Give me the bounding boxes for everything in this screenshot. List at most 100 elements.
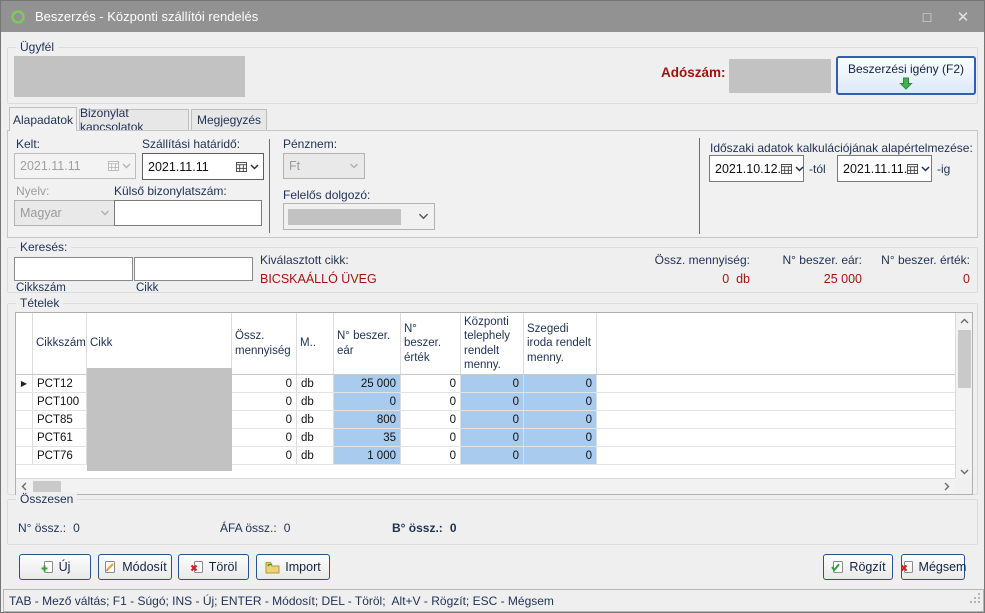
- chevron-down-icon[interactable]: [921, 166, 930, 172]
- page-x-icon: [900, 560, 914, 574]
- cell-ear[interactable]: 0: [334, 393, 401, 410]
- cell-szegedi[interactable]: 0: [524, 447, 597, 464]
- vertical-scrollbar[interactable]: [955, 313, 972, 480]
- tab-bizonylat-kapcsolatok[interactable]: Bizonylat kapcsolatok: [79, 109, 189, 130]
- cell-ossz[interactable]: 0: [232, 375, 297, 392]
- cell-me[interactable]: db: [297, 429, 334, 446]
- cell-ertek[interactable]: 0: [401, 447, 461, 464]
- delete-button[interactable]: Töröl: [178, 554, 249, 580]
- cell-ertek[interactable]: 0: [401, 375, 461, 392]
- szallitasi-hatarido-datepicker[interactable]: 2021.11.11: [142, 153, 264, 180]
- calendar-icon[interactable]: [236, 162, 247, 172]
- cell-ertek[interactable]: 0: [401, 429, 461, 446]
- gross-total-value: 0: [450, 521, 457, 535]
- resize-grip-icon[interactable]: [969, 591, 981, 609]
- tax-number-label: Adószám:: [661, 65, 726, 80]
- tab-megjegyzes[interactable]: Megjegyzés: [191, 109, 267, 130]
- net-value-summary: N° beszer. érték: 0: [824, 253, 970, 286]
- cell-ear[interactable]: 800: [334, 411, 401, 428]
- grid-header-cikk[interactable]: Cikk: [87, 313, 232, 374]
- window-title: Beszerzés - Központi szállítói rendelés: [35, 9, 258, 24]
- cell-szegedi[interactable]: 0: [524, 393, 597, 410]
- chevron-down-icon[interactable]: [250, 164, 259, 170]
- idoszaki-tol-datepicker[interactable]: 2021.10.12.: [709, 155, 804, 182]
- scroll-up-icon[interactable]: [956, 313, 972, 329]
- procurement-demand-button[interactable]: Beszerzési igény (F2): [836, 56, 976, 95]
- felelos-dolgozo-combobox[interactable]: [283, 203, 435, 230]
- new-button[interactable]: Új: [19, 554, 91, 580]
- cell-cikkszam[interactable]: PCT61: [33, 429, 87, 446]
- grid-header-szegedi[interactable]: Szegedi iroda rendelt menny.: [524, 313, 597, 374]
- grid-header-cikkszam[interactable]: Cikkszám: [33, 313, 87, 374]
- grid-header-beszer-ear[interactable]: N° beszer. eár: [334, 313, 401, 374]
- net-value-label: N° beszer. érték:: [824, 253, 970, 267]
- cancel-button[interactable]: Mégsem: [901, 554, 965, 580]
- cell-me[interactable]: db: [297, 393, 334, 410]
- status-bar: TAB - Mező váltás; F1 - Súgó; INS - Új; …: [3, 589, 984, 612]
- cell-szegedi[interactable]: 0: [524, 429, 597, 446]
- cell-me[interactable]: db: [297, 447, 334, 464]
- szallitasi-hatarido-label: Szállítási határidő:: [142, 137, 240, 151]
- kulso-bizonylatszam-input[interactable]: [114, 200, 262, 226]
- status-bar-text: TAB - Mező váltás; F1 - Súgó; INS - Új; …: [9, 594, 554, 608]
- calendar-icon[interactable]: [781, 164, 792, 174]
- cell-ossz[interactable]: 0: [232, 429, 297, 446]
- cell-ear[interactable]: 35: [334, 429, 401, 446]
- cell-cikkszam[interactable]: PCT100: [33, 393, 87, 410]
- search-cikk-input[interactable]: [134, 257, 253, 281]
- cancel-button-label: Mégsem: [919, 560, 967, 574]
- cell-ear[interactable]: 25 000: [334, 375, 401, 392]
- cell-kozponti[interactable]: 0: [461, 447, 524, 464]
- cell-me[interactable]: db: [297, 375, 334, 392]
- cell-kozponti[interactable]: 0: [461, 393, 524, 410]
- search-cikkszam-input[interactable]: [14, 257, 133, 281]
- cell-cikkszam[interactable]: PCT76: [33, 447, 87, 464]
- kulso-bizonylatszam-label: Külső bizonylatszám:: [114, 184, 227, 198]
- idoszaki-ig-datepicker[interactable]: 2021.11.11.: [837, 155, 932, 182]
- grid-header-ossz-mennyiseg[interactable]: Össz. mennyiség: [232, 313, 297, 374]
- import-button[interactable]: Import: [256, 554, 330, 580]
- vertical-scrollbar-thumb[interactable]: [958, 330, 971, 388]
- cell-kozponti[interactable]: 0: [461, 429, 524, 446]
- cell-ossz[interactable]: 0: [232, 411, 297, 428]
- maximize-icon[interactable]: □: [910, 1, 944, 32]
- cell-ear[interactable]: 1 000: [334, 447, 401, 464]
- cell-ossz[interactable]: 0: [232, 447, 297, 464]
- folder-icon: [265, 561, 280, 574]
- cell-me[interactable]: db: [297, 411, 334, 428]
- chevron-down-icon[interactable]: [418, 213, 429, 220]
- net-value-value: 0: [824, 272, 970, 286]
- scroll-right-icon[interactable]: [939, 479, 955, 494]
- save-button[interactable]: Rögzít: [823, 554, 893, 580]
- tab-alapadatok[interactable]: Alapadatok: [9, 107, 77, 131]
- cell-szegedi[interactable]: 0: [524, 411, 597, 428]
- cell-kozponti[interactable]: 0: [461, 375, 524, 392]
- page-plus-icon: [40, 560, 54, 574]
- chevron-down-icon[interactable]: [795, 166, 804, 172]
- tab-megjegyzes-label: Megjegyzés: [197, 113, 261, 127]
- grid-header-kozponti[interactable]: Központi telephely rendelt menny.: [461, 313, 524, 374]
- cell-cikkszam[interactable]: PCT85: [33, 411, 87, 428]
- application-window: Beszerzés - Központi szállítói rendelés …: [0, 0, 985, 613]
- nyelv-value: Magyar: [20, 206, 100, 220]
- selected-item-label: Kiválasztott cikk:: [260, 253, 349, 267]
- cell-cikkszam[interactable]: PCT12: [33, 375, 87, 392]
- cell-ertek[interactable]: 0: [401, 411, 461, 428]
- cell-kozponti[interactable]: 0: [461, 411, 524, 428]
- new-button-label: Új: [59, 560, 71, 574]
- close-icon[interactable]: ✕: [946, 1, 980, 32]
- search-cikk-label: Cikk: [136, 282, 158, 294]
- cell-ertek[interactable]: 0: [401, 393, 461, 410]
- customer-group-label: Ügyfél: [16, 40, 58, 54]
- cell-szegedi[interactable]: 0: [524, 375, 597, 392]
- modify-button[interactable]: Módosít: [98, 554, 172, 580]
- import-button-label: Import: [285, 560, 320, 574]
- search-cikkszam-label: Cikkszám: [16, 282, 66, 294]
- calendar-icon[interactable]: [907, 164, 918, 174]
- grid-header-beszer-ertek[interactable]: N° beszer. érték: [401, 313, 461, 374]
- delete-button-label: Töröl: [209, 560, 237, 574]
- grid-header-me[interactable]: M..: [297, 313, 334, 374]
- cell-ossz[interactable]: 0: [232, 393, 297, 410]
- chevron-down-icon: [122, 163, 131, 169]
- horizontal-scrollbar[interactable]: [16, 478, 955, 494]
